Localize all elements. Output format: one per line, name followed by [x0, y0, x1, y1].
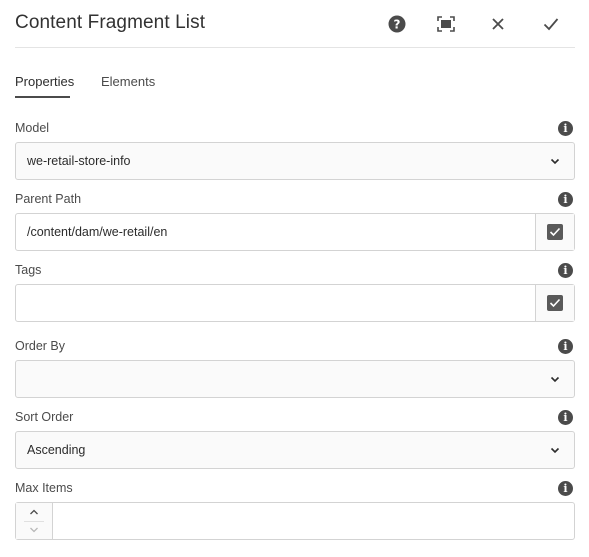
model-select-value: we-retail-store-info [27, 154, 131, 168]
chevron-down-icon [550, 158, 560, 165]
max-items-field[interactable] [15, 502, 575, 540]
tags-label: Tags [15, 263, 42, 277]
tags-field[interactable] [15, 284, 575, 322]
dialog-title: Content Fragment List [15, 12, 206, 33]
tab-properties[interactable]: Properties [15, 74, 74, 89]
svg-text:?: ? [394, 18, 401, 32]
tab-elements[interactable]: Elements [101, 74, 155, 89]
info-icon[interactable]: i [558, 481, 573, 496]
header-divider [15, 47, 575, 48]
info-icon[interactable]: i [558, 121, 573, 136]
chevron-up-icon [30, 509, 38, 515]
parent-path-value: /content/dam/we-retail/en [27, 225, 168, 239]
close-icon [492, 18, 504, 30]
tags-picker-button[interactable] [535, 285, 574, 321]
model-label: Model [15, 121, 50, 135]
chevron-down-icon [550, 447, 560, 454]
max-items-label: Max Items [15, 481, 73, 495]
info-icon[interactable]: i [558, 192, 573, 207]
help-icon: ? [388, 15, 406, 33]
close-button[interactable] [485, 11, 511, 37]
checkmark-icon [543, 18, 559, 31]
parent-path-picker-button[interactable] [535, 214, 574, 250]
parent-path-field[interactable]: /content/dam/we-retail/en [15, 213, 575, 251]
dialog-header: Content Fragment List ? [0, 0, 589, 48]
sort-order-select-value: Ascending [27, 443, 86, 457]
checkbox-icon [547, 295, 563, 311]
decrement-button[interactable] [16, 521, 52, 539]
info-icon[interactable]: i [558, 339, 573, 354]
fullscreen-button[interactable] [433, 11, 459, 37]
chevron-down-icon [550, 376, 560, 383]
fullscreen-icon [437, 16, 455, 32]
info-icon[interactable]: i [558, 263, 573, 278]
sort-order-label: Sort Order [15, 410, 74, 424]
sort-order-select[interactable]: Ascending [15, 431, 575, 469]
checkbox-icon [547, 224, 563, 240]
done-button[interactable] [538, 11, 564, 37]
help-button[interactable]: ? [384, 11, 410, 37]
order-by-select[interactable] [15, 360, 575, 398]
active-tab-indicator [15, 96, 70, 98]
info-icon[interactable]: i [558, 410, 573, 425]
order-by-label: Order By [15, 339, 66, 353]
increment-button[interactable] [16, 503, 52, 521]
model-select[interactable]: we-retail-store-info [15, 142, 575, 180]
quantity-stepper [16, 503, 53, 539]
chevron-down-icon [30, 527, 38, 533]
parent-path-label: Parent Path [15, 192, 82, 206]
